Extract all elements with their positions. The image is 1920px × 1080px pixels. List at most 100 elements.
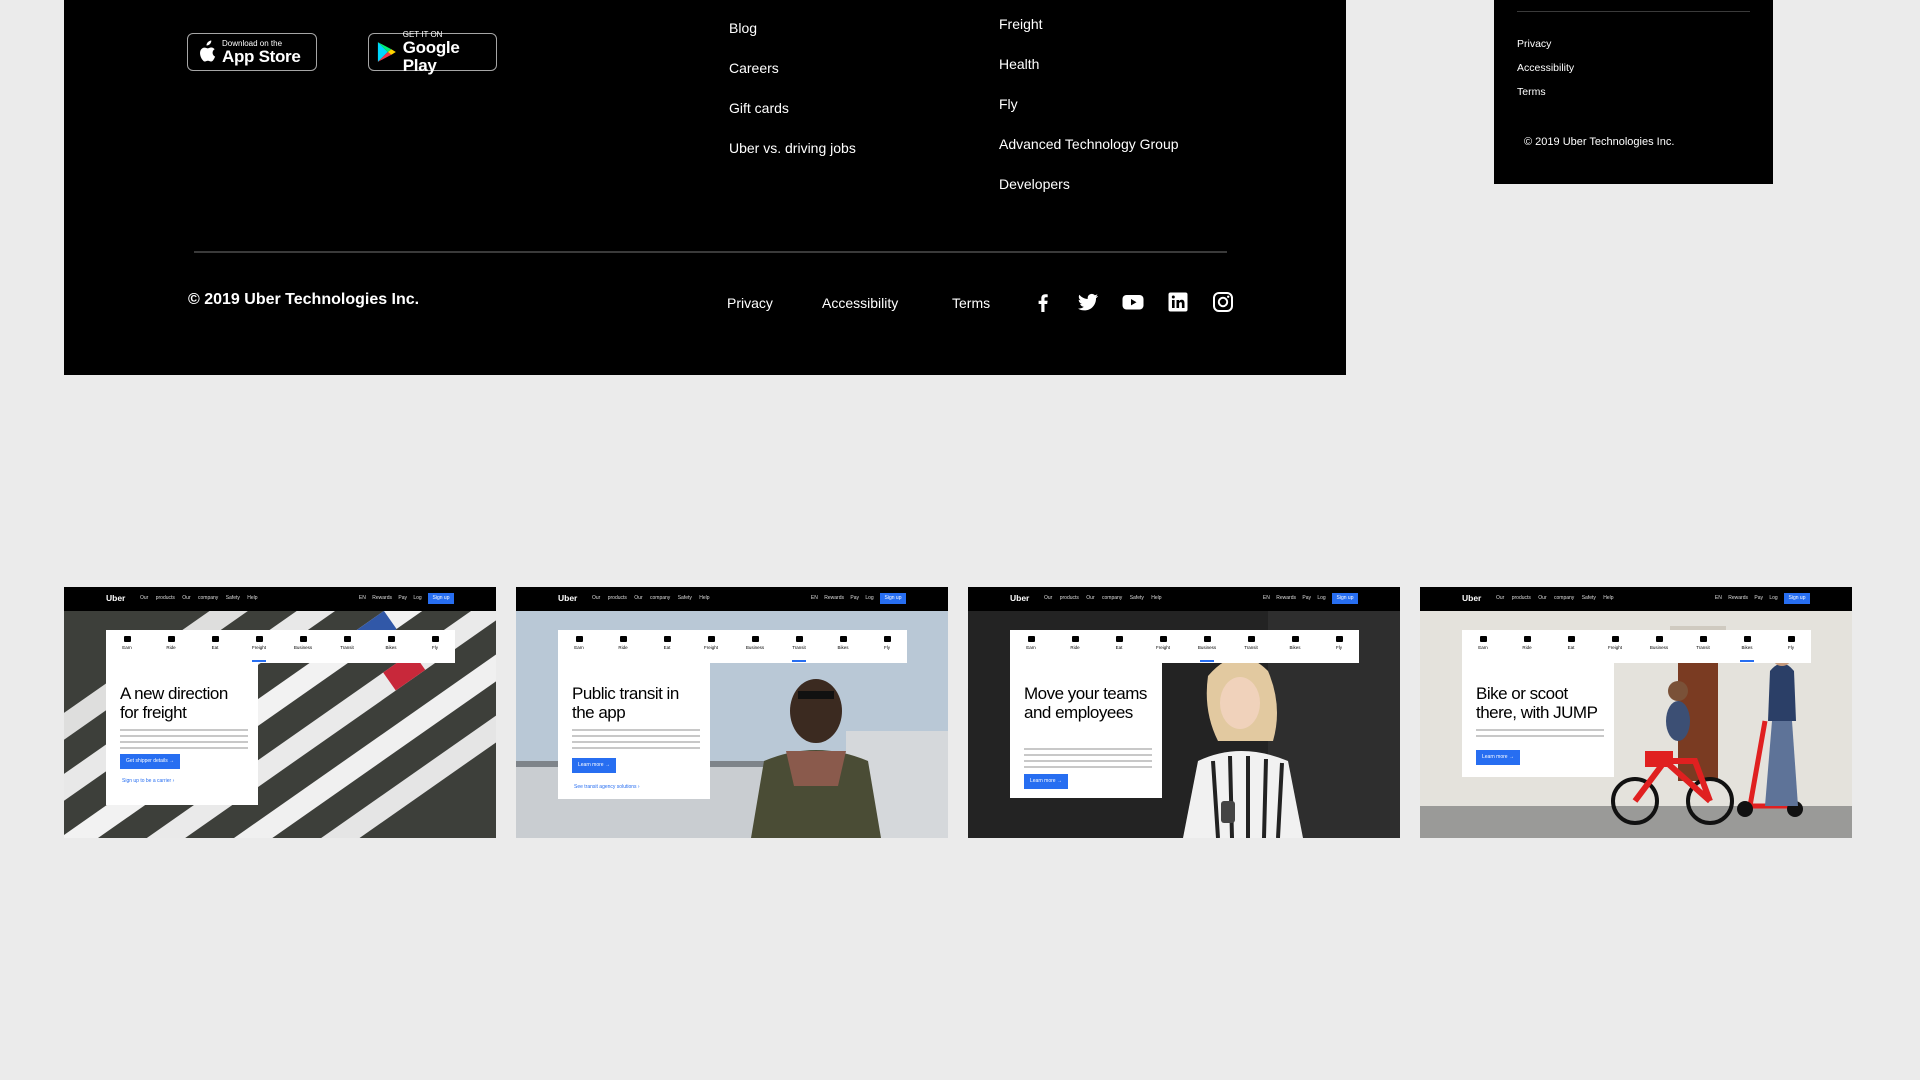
thumbnail-signup-button: Sign up [1784,593,1810,604]
tab-earn: Earn [564,636,594,650]
site-footer: Download on the App Store GET IT ON Google… [64,0,1346,375]
thumbnail-nav-links: Our products Our company Safety Help [1496,595,1614,601]
footer-link-gift-cards[interactable]: Gift cards [729,100,789,116]
hero-card: Bike or scoot there, with JUMP Learn mor… [1462,663,1614,777]
google-play-icon [377,42,396,62]
business-page-thumbnail[interactable]: Uber Our products Our company Safety Hel… [968,587,1400,838]
mobile-footer-preview: Privacy Accessibility Terms © 2019 Uber … [1494,0,1773,184]
uber-logo: Uber [106,593,126,603]
footer-copyright: © 2019 Uber Technologies Inc. [188,291,420,308]
hero-card: Move your teams and employees Learn more… [1010,663,1162,798]
hero-body-text [120,729,248,751]
thumbnail-signup-button: Sign up [1332,593,1358,604]
tab-earn: Earn [1016,636,1046,650]
thumbnail-product-tabs: Earn Ride Eat Freight Business Transit B… [1462,630,1811,663]
footer-link-blog[interactable]: Blog [729,20,757,36]
freight-page-thumbnail[interactable]: Uber Our products Our company Safety Hel… [64,587,496,838]
thumbnail-product-tabs: Earn Ride Eat Freight Business Transit B… [1010,630,1359,663]
app-store-badge[interactable]: Download on the App Store [187,33,317,71]
instagram-icon[interactable] [1211,290,1235,314]
thumbnail-navbar: Uber Our products Our company Safety Hel… [1420,587,1852,611]
tab-freight: Freight [1148,636,1178,650]
thumbnail-navbar: Uber Our products Our company Safety Hel… [968,587,1400,611]
transit-page-thumbnail[interactable]: Uber Our products Our company Safety Hel… [516,587,948,838]
footer-link-fly[interactable]: Fly [999,96,1018,112]
footer-divider [194,251,1227,253]
tab-transit: Transit [332,636,362,650]
hero-body-text [1024,748,1152,770]
tab-ride: Ride [1060,636,1090,650]
hero-body-text [572,729,700,751]
google-play-badge[interactable]: GET IT ON Google Play [368,30,497,74]
tab-freight: Freight [244,636,274,662]
tab-eat: Eat [1556,636,1586,650]
uber-logo: Uber [1462,593,1482,603]
tab-bikes: Bikes [376,636,406,650]
app-store-big-text: App Store [222,46,301,66]
tab-fly: Fly [420,636,450,650]
footer-link-atg[interactable]: Advanced Technology Group [999,136,1179,152]
hero-body-text [1476,729,1604,741]
mini-link-privacy[interactable]: Privacy [1517,38,1551,50]
hero-card: Public transit in the app Learn more → S… [558,663,710,799]
footer-link-privacy[interactable]: Privacy [727,295,773,311]
footer-link-careers[interactable]: Careers [729,60,779,76]
hero-cta-button: Learn more → [1476,750,1520,765]
tab-fly: Fly [1324,636,1354,650]
hero-title: Public transit in the app [572,684,679,722]
thumbnail-navbar: Uber Our products Our company Safety Hel… [516,587,948,611]
facebook-icon[interactable] [1031,290,1055,314]
tab-ride: Ride [156,636,186,650]
hero-title: Bike or scoot there, with JUMP [1476,684,1598,722]
hero-card: A new direction for freight Get shipper … [106,663,258,805]
apple-icon [200,40,216,62]
tab-transit: Transit [1236,636,1266,650]
hero-cta-button: Learn more → [572,758,616,773]
footer-link-accessibility[interactable]: Accessibility [822,295,898,311]
hero-cta-button: Get shipper details → [120,754,181,769]
youtube-icon[interactable] [1121,290,1145,314]
linkedin-icon[interactable] [1166,290,1190,314]
tab-freight: Freight [696,636,726,650]
tab-transit: Transit [1688,636,1718,650]
bikes-page-thumbnail[interactable]: Uber Our products Our company Safety Hel… [1420,587,1852,838]
tab-eat: Eat [652,636,682,650]
tab-bikes: Bikes [1280,636,1310,650]
thumbnail-signup-button: Sign up [428,593,454,604]
tab-earn: Earn [112,636,142,650]
tab-eat: Eat [200,636,230,650]
hero-secondary-link: See transit agency solutions › [574,784,640,790]
hero-title: A new direction for freight [120,684,228,722]
footer-link-terms[interactable]: Terms [952,295,990,311]
thumbnail-nav-right: EN Rewards Pay Log in [358,595,432,601]
footer-link-driving-jobs[interactable]: Uber vs. driving jobs [729,140,856,156]
thumbnail-product-tabs: Earn Ride Eat Freight Business Transit B… [558,630,907,663]
google-play-big-text: Google Play [402,37,460,75]
tab-business: Business [1192,636,1222,662]
twitter-icon[interactable] [1076,290,1100,314]
tab-transit: Transit [784,636,814,662]
mini-link-terms[interactable]: Terms [1517,86,1546,98]
footer-link-developers[interactable]: Developers [999,176,1070,192]
tab-freight: Freight [1600,636,1630,650]
tab-fly: Fly [872,636,902,650]
tab-eat: Eat [1104,636,1134,650]
tab-business: Business [1644,636,1674,650]
tab-fly: Fly [1776,636,1806,650]
uber-logo: Uber [1010,593,1030,603]
tab-earn: Earn [1468,636,1498,650]
thumbnail-nav-links: Our products Our company Safety Help [140,595,258,601]
thumbnail-navbar: Uber Our products Our company Safety Hel… [64,587,496,611]
footer-link-health[interactable]: Health [999,56,1039,72]
thumbnail-nav-links: Our products Our company Safety Help [592,595,710,601]
hero-cta-button: Learn more → [1024,774,1068,789]
mini-link-accessibility[interactable]: Accessibility [1517,62,1574,74]
thumbnail-nav-right: EN Rewards Pay Log in [1714,595,1788,601]
hero-secondary-link: Sign up to be a carrier › [122,778,175,784]
tab-bikes: Bikes [828,636,858,650]
footer-link-freight[interactable]: Freight [999,16,1043,32]
mini-footer-divider [1517,11,1750,12]
mini-footer-copyright: © 2019 Uber Technologies Inc. [1524,136,1675,148]
thumbnail-product-tabs: Earn Ride Eat Freight Business Transit B… [106,630,455,663]
tab-business: Business [740,636,770,650]
